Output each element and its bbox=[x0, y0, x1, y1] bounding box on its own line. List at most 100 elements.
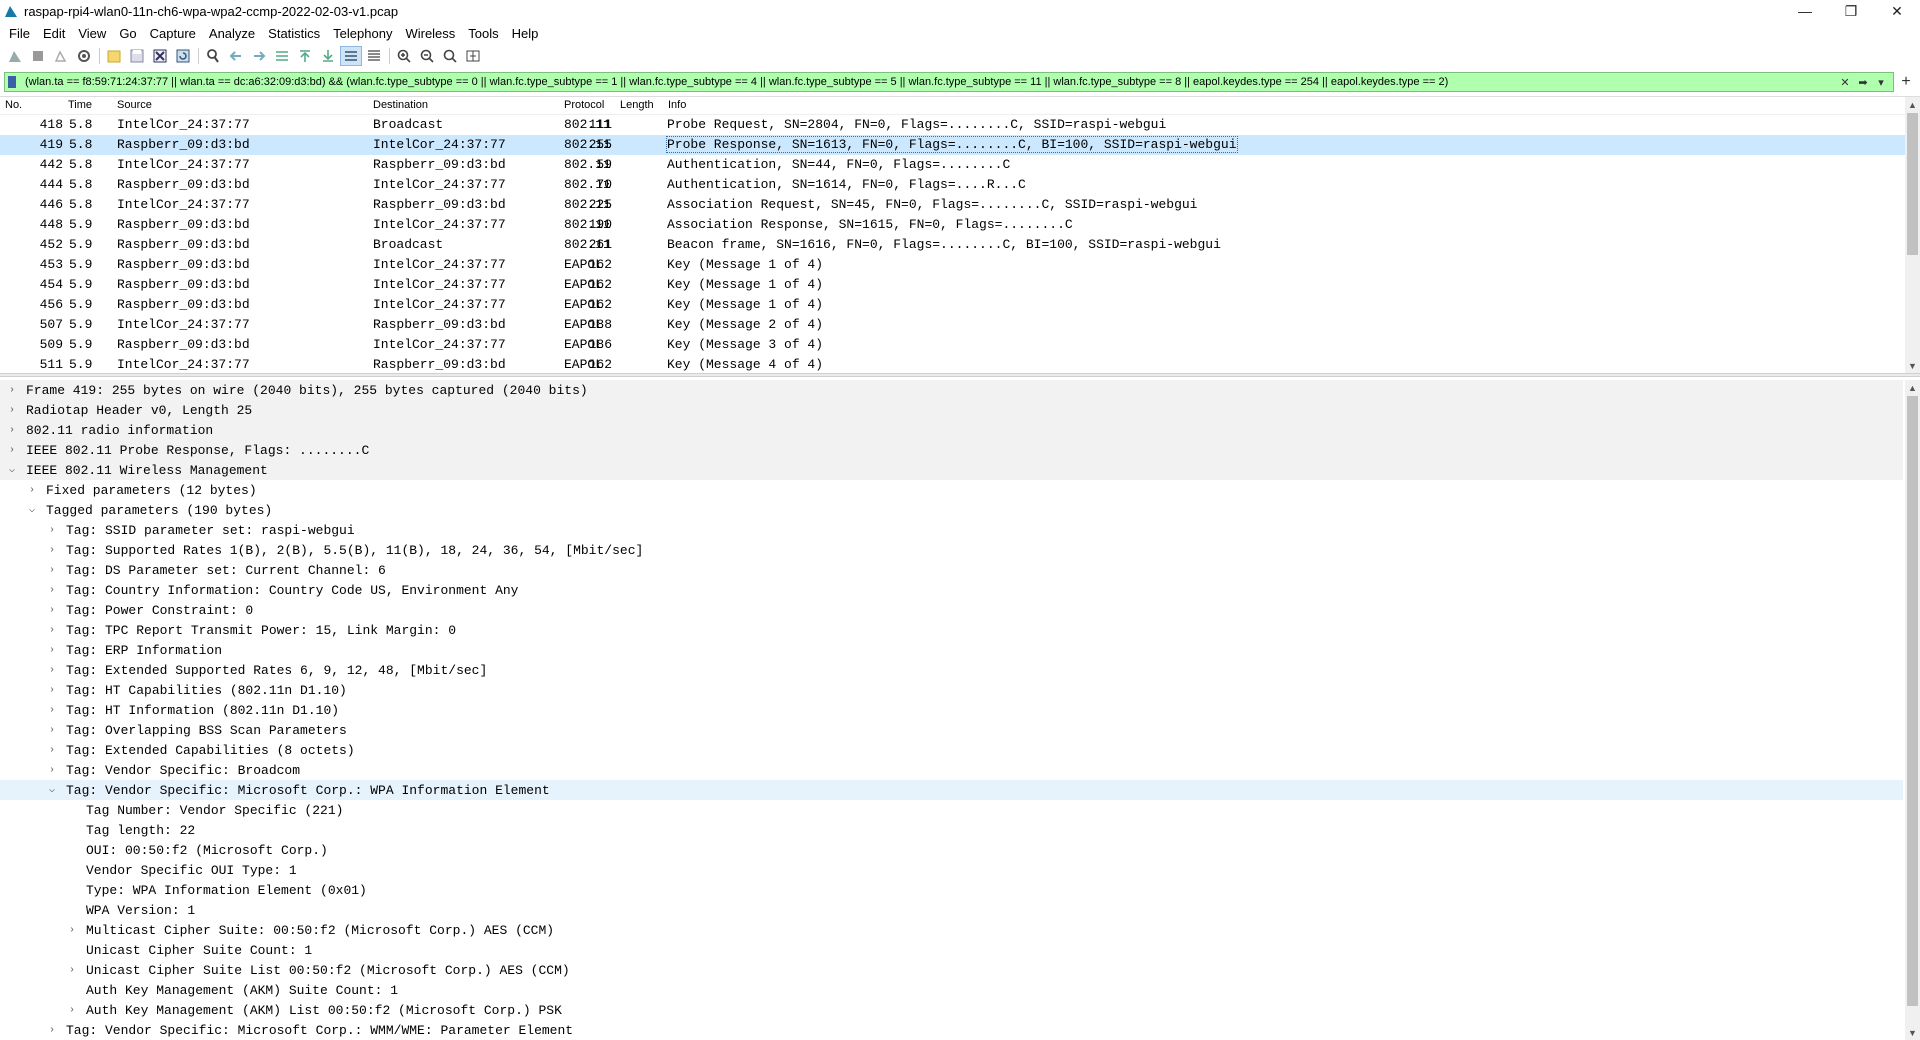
menu-wireless[interactable]: Wireless bbox=[400, 26, 460, 41]
packet-row[interactable]: 509 5.9 Raspberr_09:d3:bd IntelCor_24:37:77… bbox=[0, 335, 1905, 355]
packet-row[interactable]: 419 5.8 Raspberr_09:d3:bd IntelCor_24:37:77… bbox=[0, 135, 1905, 155]
scroll-up-icon[interactable]: ▲ bbox=[1905, 380, 1920, 395]
packet-row[interactable]: 453 5.9 Raspberr_09:d3:bd IntelCor_24:37:77… bbox=[0, 255, 1905, 275]
close-button[interactable]: ✕ bbox=[1874, 0, 1920, 22]
recent-filters-icon[interactable]: ▾ bbox=[1873, 74, 1889, 90]
detail-row[interactable]: › Radiotap Header v0, Length 25 bbox=[0, 400, 1903, 420]
scroll-up-icon[interactable]: ▲ bbox=[1905, 97, 1920, 112]
col-destination[interactable]: Destination bbox=[373, 99, 428, 111]
chevron-right-icon[interactable]: › bbox=[46, 625, 58, 636]
menu-telephony[interactable]: Telephony bbox=[328, 26, 397, 41]
col-length[interactable]: Length bbox=[620, 99, 654, 111]
packet-row[interactable]: 442 5.8 IntelCor_24:37:77 Raspberr_09:d3:bd… bbox=[0, 155, 1905, 175]
chevron-right-icon[interactable]: › bbox=[66, 925, 78, 936]
menu-view[interactable]: View bbox=[73, 26, 111, 41]
chevron-right-icon[interactable]: › bbox=[66, 965, 78, 976]
scroll-down-icon[interactable]: ▼ bbox=[1905, 358, 1920, 373]
col-time[interactable]: Time bbox=[68, 99, 92, 111]
apply-filter-icon[interactable]: ➡ bbox=[1855, 74, 1871, 90]
filter-bookmark-icon[interactable] bbox=[5, 74, 19, 90]
restart-capture-icon[interactable] bbox=[50, 46, 72, 66]
menu-tools[interactable]: Tools bbox=[463, 26, 503, 41]
packet-row[interactable]: 454 5.9 Raspberr_09:d3:bd IntelCor_24:37:77… bbox=[0, 275, 1905, 295]
chevron-down-icon[interactable]: ⌵ bbox=[6, 464, 18, 476]
add-filter-button-icon[interactable]: + bbox=[1896, 72, 1916, 92]
packet-list-scrollbar[interactable]: ▲ ▼ bbox=[1905, 97, 1920, 373]
detail-row[interactable]: › Tag: Overlapping BSS Scan Parameters bbox=[0, 720, 1903, 740]
menu-capture[interactable]: Capture bbox=[145, 26, 201, 41]
autoscroll-icon[interactable] bbox=[340, 46, 362, 66]
menu-go[interactable]: Go bbox=[114, 26, 141, 41]
detail-row[interactable]: › Tag: Power Constraint: 0 bbox=[0, 600, 1903, 620]
detail-row[interactable]: › Tag: DS Parameter set: Current Channel:… bbox=[0, 560, 1903, 580]
chevron-right-icon[interactable]: › bbox=[6, 425, 18, 436]
packet-row[interactable]: 511 5.9 IntelCor_24:37:77 Raspberr_09:d3:bd… bbox=[0, 355, 1905, 375]
chevron-right-icon[interactable]: › bbox=[46, 605, 58, 616]
col-protocol[interactable]: Protocol bbox=[564, 99, 604, 111]
chevron-right-icon[interactable]: › bbox=[46, 765, 58, 776]
detail-row[interactable]: › Frame 419: 255 bytes on wire (2040 bits… bbox=[0, 380, 1903, 400]
col-no[interactable]: No. bbox=[5, 99, 22, 111]
chevron-right-icon[interactable]: › bbox=[6, 445, 18, 456]
packet-row[interactable]: 507 5.9 IntelCor_24:37:77 Raspberr_09:d3:bd… bbox=[0, 315, 1905, 335]
detail-row[interactable]: ⌵ Tagged parameters (190 bytes) bbox=[0, 500, 1903, 520]
detail-row[interactable]: › Tag: Country Information: Country Code … bbox=[0, 580, 1903, 600]
chevron-right-icon[interactable]: › bbox=[26, 485, 38, 496]
zoom-out-icon[interactable] bbox=[416, 46, 438, 66]
detail-row[interactable]: Auth Key Management (AKM) Suite Count: 1 bbox=[0, 980, 1903, 1000]
detail-row[interactable]: › Tag: TPC Report Transmit Power: 15, Lin… bbox=[0, 620, 1903, 640]
packet-row[interactable]: 456 5.9 Raspberr_09:d3:bd IntelCor_24:37:77… bbox=[0, 295, 1905, 315]
start-capture-icon[interactable] bbox=[4, 46, 26, 66]
detail-row[interactable]: › IEEE 802.11 Probe Response, Flags: ....… bbox=[0, 440, 1903, 460]
detail-row[interactable]: Tag length: 22 bbox=[0, 820, 1903, 840]
chevron-right-icon[interactable]: › bbox=[6, 405, 18, 416]
packet-row[interactable]: 444 5.8 Raspberr_09:d3:bd IntelCor_24:37:77… bbox=[0, 175, 1905, 195]
chevron-down-icon[interactable]: ⌵ bbox=[46, 784, 58, 796]
scroll-down-icon[interactable]: ▼ bbox=[1905, 1025, 1920, 1040]
scroll-thumb[interactable] bbox=[1907, 396, 1918, 1006]
chevron-right-icon[interactable]: › bbox=[46, 545, 58, 556]
clear-filter-icon[interactable]: ✕ bbox=[1837, 74, 1853, 90]
go-first-icon[interactable] bbox=[294, 46, 316, 66]
detail-row[interactable]: Vendor Specific OUI Type: 1 bbox=[0, 860, 1903, 880]
packet-row[interactable]: 448 5.9 Raspberr_09:d3:bd IntelCor_24:37:77… bbox=[0, 215, 1905, 235]
detail-row[interactable]: › Multicast Cipher Suite: 00:50:f2 (Micro… bbox=[0, 920, 1903, 940]
scroll-thumb[interactable] bbox=[1907, 113, 1918, 255]
detail-row[interactable]: › Tag: ERP Information bbox=[0, 640, 1903, 660]
display-filter-input[interactable]: (wlan.ta == f8:59:71:24:37:77 || wlan.ta… bbox=[19, 76, 1837, 88]
detail-row[interactable]: Tag Number: Vendor Specific (221) bbox=[0, 800, 1903, 820]
chevron-right-icon[interactable]: › bbox=[46, 665, 58, 676]
detail-row[interactable]: ⌵ IEEE 802.11 Wireless Management bbox=[0, 460, 1903, 480]
chevron-right-icon[interactable]: › bbox=[66, 1005, 78, 1016]
go-back-icon[interactable] bbox=[225, 46, 247, 66]
menu-help[interactable]: Help bbox=[507, 26, 544, 41]
chevron-right-icon[interactable]: › bbox=[46, 645, 58, 656]
detail-row[interactable]: Type: WPA Information Element (0x01) bbox=[0, 880, 1903, 900]
detail-row[interactable]: › Tag: Vendor Specific: Broadcom bbox=[0, 760, 1903, 780]
detail-row[interactable]: › 802.11 radio information bbox=[0, 420, 1903, 440]
detail-row[interactable]: › Tag: Extended Supported Rates 6, 9, 12,… bbox=[0, 660, 1903, 680]
detail-row[interactable]: › Tag: HT Information (802.11n D1.10) bbox=[0, 700, 1903, 720]
detail-row[interactable]: › Fixed parameters (12 bytes) bbox=[0, 480, 1903, 500]
menu-edit[interactable]: Edit bbox=[38, 26, 70, 41]
detail-row[interactable]: › Tag: Extended Capabilities (8 octets) bbox=[0, 740, 1903, 760]
detail-row[interactable]: › Tag: Supported Rates 1(B), 2(B), 5.5(B)… bbox=[0, 540, 1903, 560]
chevron-right-icon[interactable]: › bbox=[46, 685, 58, 696]
detail-row[interactable]: › Tag: HT Capabilities (802.11n D1.10) bbox=[0, 680, 1903, 700]
chevron-right-icon[interactable]: › bbox=[6, 385, 18, 396]
open-file-icon[interactable] bbox=[103, 46, 125, 66]
detail-row[interactable]: › Auth Key Management (AKM) List 00:50:f2… bbox=[0, 1000, 1903, 1020]
detail-row[interactable]: ⌵ Tag: Vendor Specific: Microsoft Corp.: … bbox=[0, 780, 1903, 800]
packet-row[interactable]: 452 5.9 Raspberr_09:d3:bd Broadcast 802.11 26… bbox=[0, 235, 1905, 255]
zoom-in-icon[interactable] bbox=[393, 46, 415, 66]
go-forward-icon[interactable] bbox=[248, 46, 270, 66]
chevron-right-icon[interactable]: › bbox=[46, 565, 58, 576]
find-packet-icon[interactable] bbox=[202, 46, 224, 66]
colorize-icon[interactable] bbox=[363, 46, 385, 66]
chevron-right-icon[interactable]: › bbox=[46, 525, 58, 536]
packet-row[interactable]: 446 5.8 IntelCor_24:37:77 Raspberr_09:d3:bd… bbox=[0, 195, 1905, 215]
menu-analyze[interactable]: Analyze bbox=[204, 26, 260, 41]
minimize-button[interactable]: — bbox=[1782, 0, 1828, 22]
pane-splitter[interactable] bbox=[0, 373, 1920, 377]
packet-row[interactable]: 418 5.8 IntelCor_24:37:77 Broadcast 802.11 11… bbox=[0, 115, 1905, 135]
